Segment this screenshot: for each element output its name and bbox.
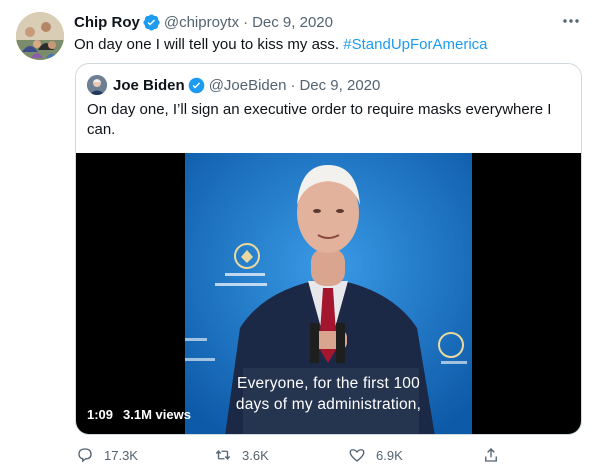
quote-author-name[interactable]: Joe Biden [113,77,185,94]
tweet-header: Chip Roy @chiproytx · Dec 9, 2020 [74,12,333,32]
quoted-tweet[interactable]: Joe Biden @JoeBiden · Dec 9, 2020 On day… [75,63,582,435]
verified-badge-icon [188,77,205,94]
tweet[interactable]: Chip Roy @chiproytx · Dec 9, 2020 On day… [0,0,606,468]
video-meta: 1:09 3.1M views [87,407,191,422]
hashtag-link[interactable]: #StandUpForAmerica [343,36,487,53]
video-views: 3.1M views [123,407,191,422]
verified-badge-icon [143,13,160,31]
share-button[interactable] [482,446,510,464]
share-icon [485,448,497,462]
retweet-icon [215,449,231,461]
tweet-body: On day one I will tell you to kiss my as… [74,36,340,53]
avatar[interactable] [16,12,64,60]
reply-button[interactable]: 17.3K [76,446,138,464]
author-name[interactable]: Chip Roy [74,14,140,31]
separator-dot: · [243,13,249,31]
caption-line-1: Everyone, for the first 100 [237,375,420,392]
quote-text: On day one, I’ll sign an executive order… [87,101,552,138]
separator-dot: · [290,76,296,94]
tweet-date[interactable]: Dec 9, 2020 [252,14,333,31]
more-horizontal-icon[interactable] [560,10,582,32]
retweet-count: 3.6K [242,447,269,463]
video-duration: 1:09 [87,407,114,422]
reply-count: 17.3K [104,447,138,463]
retweet-button[interactable]: 3.6K [214,446,269,464]
video-caption: Everyone, for the first 100 days of my a… [185,373,472,415]
reply-icon [78,448,92,463]
video-player[interactable]: Everyone, for the first 100 days of my a… [76,153,581,434]
tweet-actions: 17.3K 3.6K 6.9K [76,446,516,466]
like-button[interactable]: 6.9K [348,446,403,464]
like-count: 6.9K [376,447,403,463]
quote-date[interactable]: Dec 9, 2020 [299,77,380,94]
heart-icon [349,449,365,462]
quote-header: Joe Biden @JoeBiden · Dec 9, 2020 [113,76,380,94]
quote-author-handle[interactable]: @JoeBiden [209,77,287,94]
caption-line-2: days of my administration, [235,396,422,413]
quote-avatar[interactable] [87,75,107,95]
tweet-text: On day one I will tell you to kiss my as… [74,35,488,55]
author-handle[interactable]: @chiproytx [164,14,239,31]
